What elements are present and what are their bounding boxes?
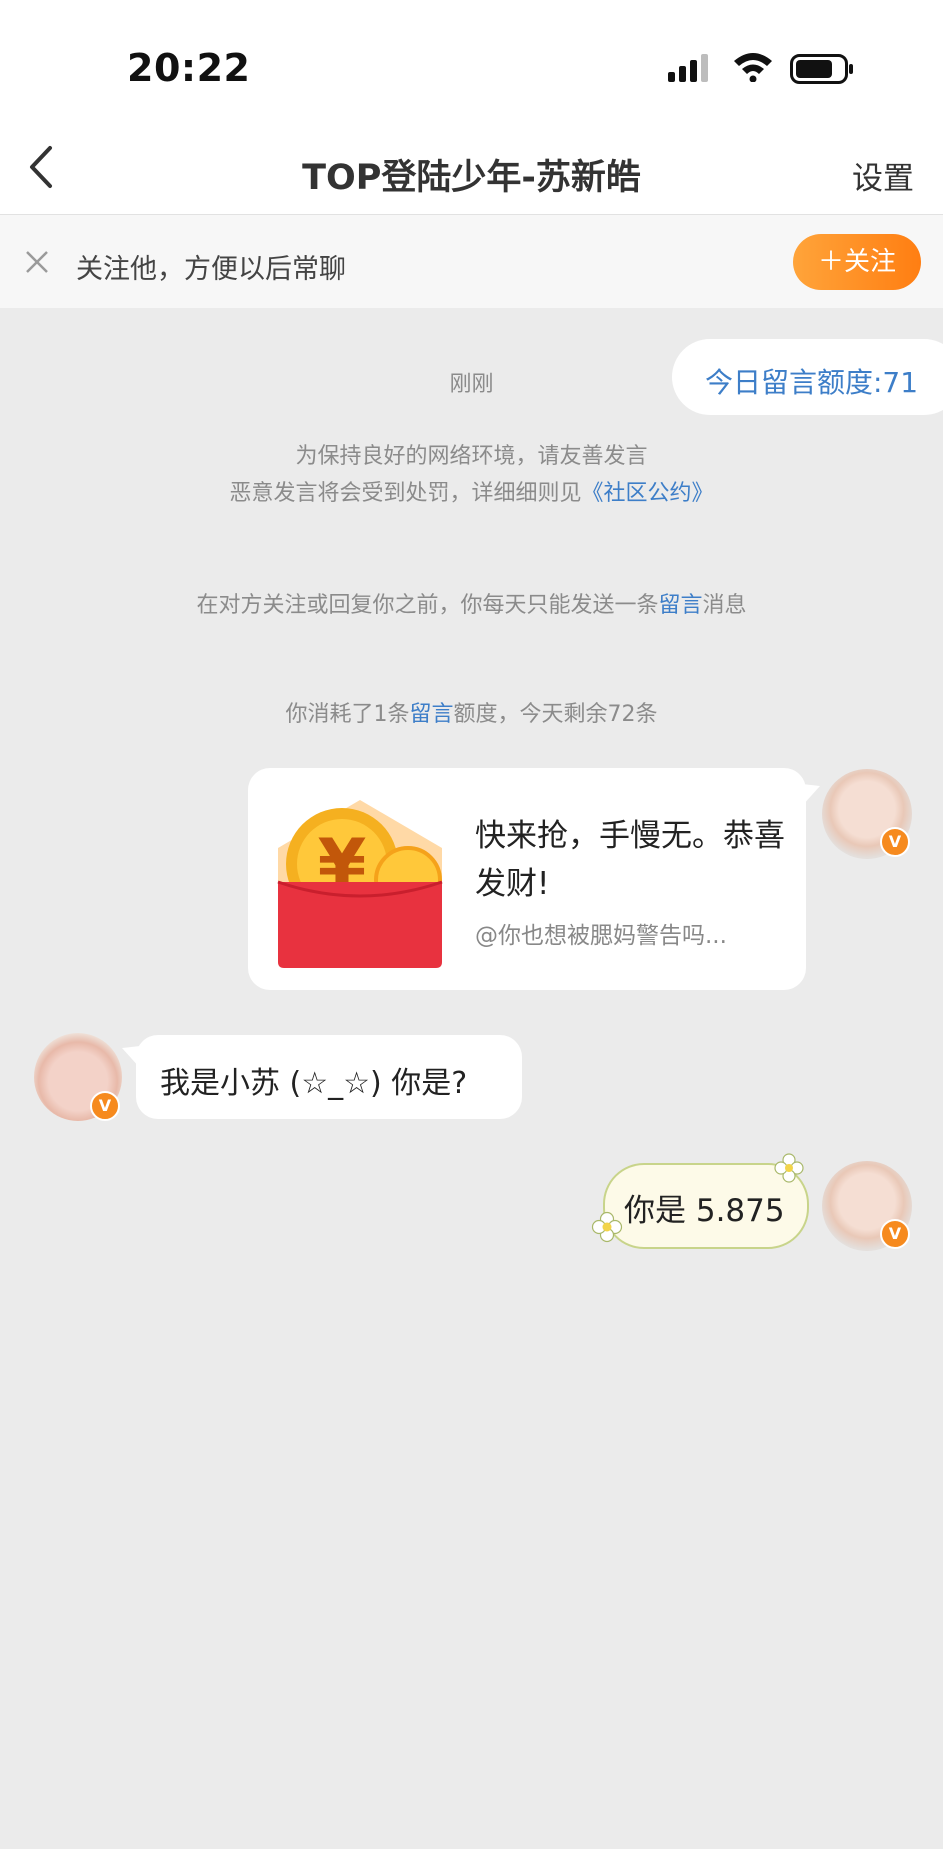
limit-text-suffix: 消息	[702, 593, 747, 618]
timestamp: 刚刚	[449, 372, 494, 397]
close-icon[interactable]	[22, 247, 52, 277]
message-link[interactable]: 留言	[409, 702, 453, 727]
verified-badge-icon: V	[880, 827, 910, 857]
consume-text-suffix: 额度，今天剩余72条	[453, 702, 658, 727]
message-link[interactable]: 留言	[658, 593, 702, 618]
wifi-icon	[734, 53, 772, 82]
bubble-tail	[802, 784, 820, 806]
flower-decoration-icon	[774, 1153, 804, 1183]
consume-text: 你消耗了1条	[285, 702, 410, 727]
red-packet-subtitle: @你也想被腮妈警告吗...	[475, 923, 727, 949]
settings-button[interactable]: 设置	[852, 153, 914, 198]
battery-icon	[790, 54, 853, 84]
follow-prompt-text: 关注他，方便以后常聊	[76, 254, 346, 285]
message-text: 我是小苏 (☆_☆) 你是?	[160, 1066, 468, 1101]
verified-badge-icon: V	[90, 1091, 120, 1121]
notice-text: 恶意发言将会受到处罚，详细细则见	[229, 481, 582, 506]
red-packet-title: 快来抢，手慢无。恭喜发财!	[475, 818, 785, 902]
limit-notice: 在对方关注或回复你之前，你每天只能发送一条留言消息	[0, 587, 943, 619]
community-rules-link[interactable]: 《社区公约》	[582, 481, 714, 506]
verified-badge-icon: V	[880, 1219, 910, 1249]
status-time: 20:22	[127, 46, 251, 90]
red-packet-icon: ¥	[277, 800, 443, 968]
limit-text: 在对方关注或回复你之前，你每天只能发送一条	[196, 593, 659, 618]
follow-button[interactable]: ＋关注	[793, 234, 921, 290]
message-text: 你是 5.875	[624, 1193, 785, 1229]
flower-decoration-icon	[591, 1211, 623, 1243]
page-title: TOP登陆少年-苏新皓	[302, 158, 641, 198]
signal-icon	[668, 54, 708, 82]
notice-line-1: 为保持良好的网络环境，请友善发言	[295, 444, 648, 469]
notice-line-2: 恶意发言将会受到处罚，详细细则见《社区公约》	[0, 475, 943, 507]
consume-notice: 你消耗了1条留言额度，今天剩余72条	[0, 696, 943, 728]
